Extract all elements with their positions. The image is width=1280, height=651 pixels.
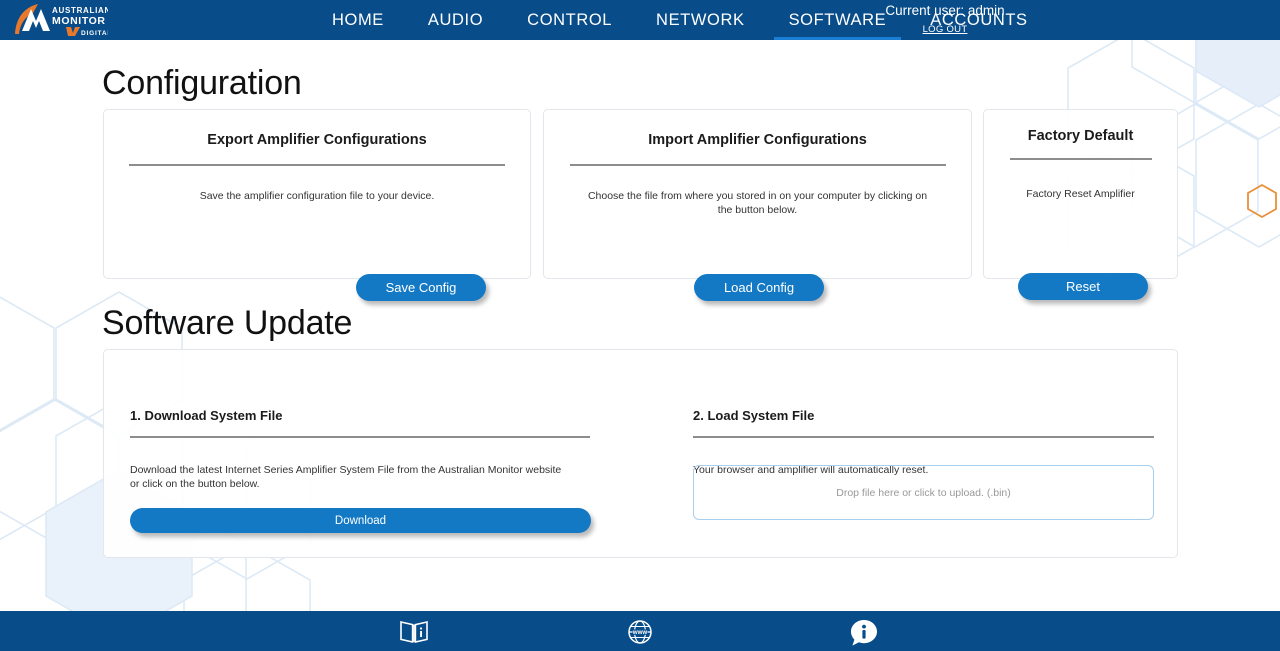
- import-configurations-card: Import Amplifier Configurations Choose t…: [543, 109, 972, 301]
- configuration-heading: Configuration: [102, 64, 302, 102]
- page-root: AUSTRALIAN MONITOR DIGITAL HOME AUDIO CO…: [0, 0, 1280, 651]
- export-configurations-card: Export Amplifier Configurations Save the…: [103, 109, 531, 301]
- svg-text:www: www: [632, 629, 648, 636]
- factory-card-title: Factory Default: [1027, 128, 1134, 144]
- top-navigation-bar: AUSTRALIAN MONITOR DIGITAL HOME AUDIO CO…: [0, 0, 1280, 40]
- download-system-file-column: 1. Download System File Download the lat…: [130, 350, 615, 491]
- current-user-block: Current user: admin LOG OUT: [855, 3, 1035, 37]
- factory-card-description: Factory Reset Amplifier: [1026, 188, 1135, 200]
- factory-card-divider: [1009, 158, 1152, 160]
- nav-item-home[interactable]: HOME: [310, 0, 406, 40]
- load-step-title: 2. Load System File: [693, 408, 815, 423]
- load-step-divider: [693, 436, 1154, 438]
- svg-text:AUSTRALIAN: AUSTRALIAN: [52, 6, 108, 15]
- load-system-file-column: 2. Load System File Your browser and amp…: [693, 350, 1154, 477]
- download-button[interactable]: Download: [130, 508, 591, 533]
- svg-text:MONITOR: MONITOR: [52, 15, 106, 27]
- import-card-divider: [569, 164, 946, 166]
- svg-text:DIGITAL: DIGITAL: [81, 30, 108, 37]
- export-card-title: Export Amplifier Configurations: [207, 132, 427, 148]
- import-card-title: Import Amplifier Configurations: [648, 132, 867, 148]
- logout-link[interactable]: LOG OUT: [923, 24, 968, 35]
- nav-item-audio[interactable]: AUDIO: [406, 0, 505, 40]
- export-card-divider: [129, 164, 505, 166]
- import-card-description: Choose the file from where you stored in…: [587, 190, 928, 216]
- footer-bar: www: [0, 611, 1280, 651]
- file-dropzone[interactable]: Drop file here or click to upload. (.bin…: [693, 465, 1154, 520]
- australian-monitor-logo[interactable]: AUSTRALIAN MONITOR DIGITAL: [8, 2, 108, 38]
- nav-item-network[interactable]: NETWORK: [634, 0, 767, 40]
- download-step-description: Download the latest Internet Series Ampl…: [130, 464, 562, 490]
- factory-reset-button[interactable]: Reset: [1018, 273, 1148, 300]
- software-update-card: 1. Download System File Download the lat…: [103, 349, 1178, 558]
- software-update-heading: Software Update: [102, 304, 353, 342]
- current-user-label: Current user: admin: [885, 3, 1005, 18]
- download-step-divider: [130, 436, 590, 438]
- info-bubble-icon[interactable]: [849, 619, 879, 647]
- load-config-button[interactable]: Load Config: [694, 274, 824, 301]
- manual-book-icon[interactable]: [399, 618, 429, 644]
- nav-item-control[interactable]: CONTROL: [505, 0, 634, 40]
- dropzone-label: Drop file here or click to upload. (.bin…: [836, 486, 1011, 499]
- export-card-description: Save the amplifier configuration file to…: [199, 190, 435, 202]
- globe-www-icon[interactable]: www: [626, 618, 654, 646]
- download-step-title: 1. Download System File: [130, 408, 283, 423]
- factory-default-card: Factory Default Factory Reset Amplifier …: [983, 109, 1178, 300]
- save-config-button[interactable]: Save Config: [356, 274, 486, 301]
